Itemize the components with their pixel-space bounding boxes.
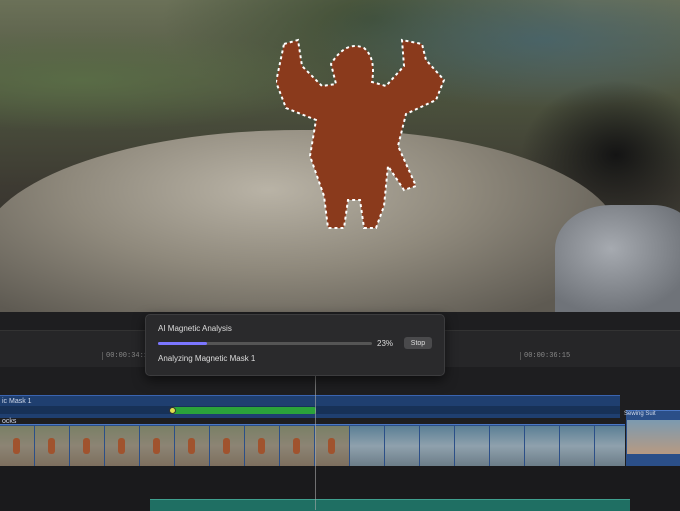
dialog-title: AI Magnetic Analysis	[158, 324, 232, 333]
clip-frame	[490, 426, 525, 466]
clip-frame	[595, 426, 625, 466]
clip-frame	[350, 426, 385, 466]
video-viewer[interactable]	[0, 0, 680, 312]
ruler-tick	[102, 352, 103, 360]
clip-frame	[315, 426, 350, 466]
clip-frame	[175, 426, 210, 466]
progress-percent: 23%	[377, 339, 394, 348]
mask-track-label: ic Mask 1	[2, 398, 32, 405]
clip-frame	[210, 426, 245, 466]
playhead[interactable]	[315, 374, 316, 510]
ruler-timecode: 00:00:36:15	[524, 352, 571, 360]
stop-button[interactable]: Stop	[404, 337, 432, 349]
progress-fill	[158, 342, 208, 345]
keyframe-marker[interactable]	[169, 407, 176, 414]
analyzed-segment[interactable]	[172, 407, 316, 414]
clip-frame	[385, 426, 420, 466]
masked-subject[interactable]	[276, 36, 446, 236]
status-text: Analyzing Magnetic Mask 1	[158, 354, 256, 363]
progress-bar	[158, 342, 372, 345]
clip-frame	[560, 426, 595, 466]
clip-frame	[280, 426, 315, 466]
clip-label: ocks	[2, 418, 17, 425]
analysis-progress-dialog: AI Magnetic Analysis 23% Stop Analyzing …	[145, 314, 445, 376]
next-clip-label: Sewing Suit	[624, 411, 656, 417]
clip-frame	[35, 426, 70, 466]
clip-frame	[70, 426, 105, 466]
clip-frame	[245, 426, 280, 466]
clip-frame	[420, 426, 455, 466]
rock-right	[555, 205, 680, 312]
clip-frame	[140, 426, 175, 466]
clip-frame	[0, 426, 35, 466]
video-clip-filmstrip[interactable]	[0, 424, 625, 467]
ruler-tick	[520, 352, 521, 360]
clip-frame	[525, 426, 560, 466]
next-clip-thumbnail	[627, 420, 680, 454]
clip-frame	[455, 426, 490, 466]
ruler-timecode: 00:00:34:1	[106, 352, 149, 360]
audio-clip[interactable]	[150, 499, 630, 511]
clip-frame	[105, 426, 140, 466]
